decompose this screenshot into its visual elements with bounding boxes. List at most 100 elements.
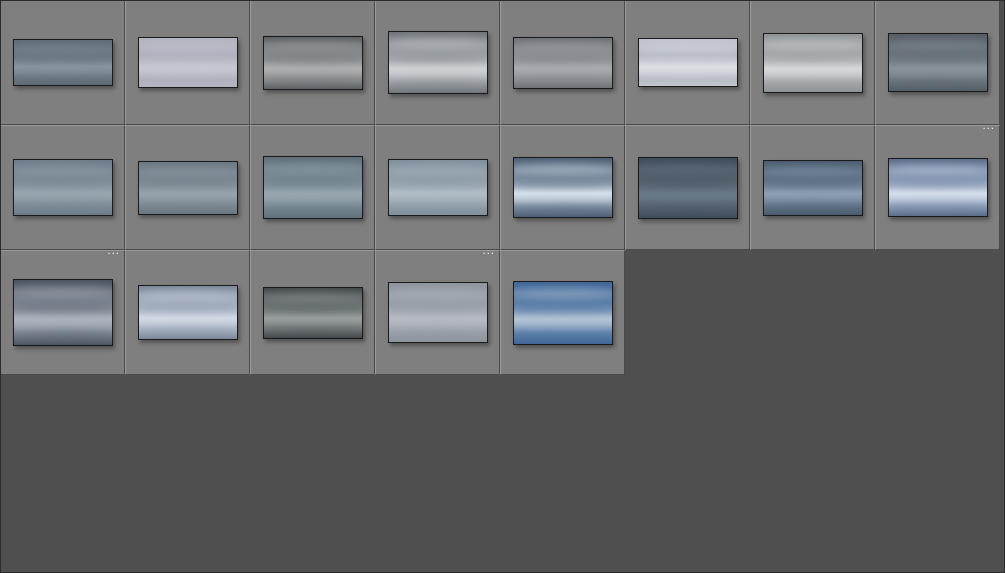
cloud-thumbnail-15[interactable] xyxy=(762,159,863,216)
cloud-thumbnail-08[interactable] xyxy=(887,33,988,92)
cloud-streak xyxy=(763,165,862,176)
cloud-thumbnail-02[interactable] xyxy=(137,37,238,88)
cloud-streak xyxy=(263,304,362,314)
grid-cell[interactable] xyxy=(0,125,125,250)
grid-cell[interactable] xyxy=(500,250,625,375)
cloud-streak xyxy=(638,75,737,84)
cloud-streak xyxy=(763,39,862,50)
cloud-streak xyxy=(513,178,612,189)
cloud-streak xyxy=(388,288,487,300)
cloud-streak xyxy=(763,78,862,89)
cloud-streak xyxy=(263,203,362,215)
cloud-thumbnail-10[interactable] xyxy=(137,160,238,215)
grid-cell[interactable] xyxy=(750,0,875,125)
cloud-streak xyxy=(638,54,737,64)
cloud-streak xyxy=(138,75,237,85)
cloud-streak xyxy=(263,41,362,52)
cloud-streak xyxy=(388,38,487,50)
cloud-streak xyxy=(138,179,237,189)
cloud-thumbnail-11[interactable] xyxy=(262,156,363,219)
grid-cell[interactable] xyxy=(625,125,750,250)
cloud-streak xyxy=(138,326,237,337)
cloud-streak xyxy=(638,192,737,204)
grid-cell[interactable]: ··· xyxy=(375,250,500,375)
grid-cell[interactable] xyxy=(625,0,750,125)
cloud-streak xyxy=(513,317,612,329)
cloud-streak xyxy=(888,202,987,214)
grid-cell[interactable] xyxy=(125,250,250,375)
cloud-streak xyxy=(888,164,987,175)
cloud-streak xyxy=(888,192,987,203)
cloud-streak xyxy=(388,317,487,328)
cloud-streak xyxy=(13,191,112,202)
cloud-streak xyxy=(13,55,112,64)
cloud-streak xyxy=(13,302,112,314)
cloud-streak xyxy=(763,178,862,189)
cloud-streak xyxy=(263,163,362,175)
cloud-thumbnail-19[interactable] xyxy=(262,286,363,339)
cloud-streak xyxy=(13,178,112,189)
more-options-icon[interactable]: ··· xyxy=(982,125,995,135)
grid-cell[interactable]: ··· xyxy=(875,125,1000,250)
grid-cell[interactable]: ··· xyxy=(0,250,125,375)
cloud-thumbnail-06[interactable] xyxy=(637,38,738,87)
cloud-thumbnail-12[interactable] xyxy=(387,159,488,216)
more-options-icon[interactable]: ··· xyxy=(482,250,495,260)
cloud-streak xyxy=(263,292,362,302)
grid-cell[interactable] xyxy=(125,125,250,250)
cloud-streak xyxy=(638,177,737,189)
cloud-streak xyxy=(13,44,112,53)
cloud-streak xyxy=(638,43,737,53)
cloud-streak xyxy=(638,203,737,215)
cloud-thumbnail-20[interactable] xyxy=(387,282,488,343)
cloud-streak xyxy=(13,66,112,75)
cloud-streak xyxy=(388,52,487,64)
cloud-streak xyxy=(388,191,487,202)
cloud-streak xyxy=(263,316,362,326)
grid-cell[interactable] xyxy=(125,0,250,125)
cloud-streak xyxy=(513,76,612,85)
grid-cell[interactable] xyxy=(375,0,500,125)
cloud-thumbnail-09[interactable] xyxy=(12,159,113,216)
scrollbar-track[interactable] xyxy=(1000,0,1005,573)
grid-cell[interactable] xyxy=(250,250,375,375)
cloud-streak xyxy=(263,192,362,204)
cloud-streak xyxy=(388,165,487,176)
cloud-streak xyxy=(888,77,987,89)
cloud-streak xyxy=(888,178,987,189)
cloud-streak xyxy=(13,202,112,213)
cloud-thumbnail-21[interactable] xyxy=(512,280,613,345)
cloud-thumbnail-01[interactable] xyxy=(12,39,113,86)
cloud-thumbnail-17[interactable] xyxy=(12,279,113,346)
cloud-streak xyxy=(388,328,487,340)
cloud-thumbnail-03[interactable] xyxy=(262,35,363,90)
cloud-streak xyxy=(138,166,237,177)
grid-cell[interactable] xyxy=(250,125,375,250)
more-options-icon[interactable]: ··· xyxy=(107,250,120,260)
cloud-thumbnail-14[interactable] xyxy=(637,156,738,219)
cloud-thumbnail-04[interactable] xyxy=(387,31,488,94)
cloud-streak xyxy=(638,163,737,175)
grid-cell[interactable] xyxy=(500,0,625,125)
cloud-streak xyxy=(138,191,237,202)
cloud-thumbnail-18[interactable] xyxy=(137,285,238,340)
cloud-thumbnail-05[interactable] xyxy=(512,36,613,89)
cloud-streak xyxy=(138,291,237,301)
grid-cell[interactable] xyxy=(0,0,125,125)
cloud-streak xyxy=(388,67,487,79)
cloud-streak xyxy=(888,67,987,78)
cloud-thumbnail-07[interactable] xyxy=(762,32,863,93)
grid-cell[interactable] xyxy=(250,0,375,125)
grid-cell[interactable] xyxy=(875,0,1000,125)
grid-cell[interactable] xyxy=(375,125,500,250)
cloud-streak xyxy=(888,39,987,50)
grid-cell[interactable] xyxy=(500,125,625,250)
cloud-streak xyxy=(513,163,612,175)
grid-cell[interactable] xyxy=(750,125,875,250)
cloud-thumbnail-16[interactable] xyxy=(887,158,988,217)
cloud-thumbnail-13[interactable] xyxy=(512,157,613,218)
cloud-streak xyxy=(138,304,237,314)
cloud-streak xyxy=(138,66,237,76)
cloud-streak xyxy=(388,303,487,314)
cloud-streak xyxy=(138,316,237,327)
